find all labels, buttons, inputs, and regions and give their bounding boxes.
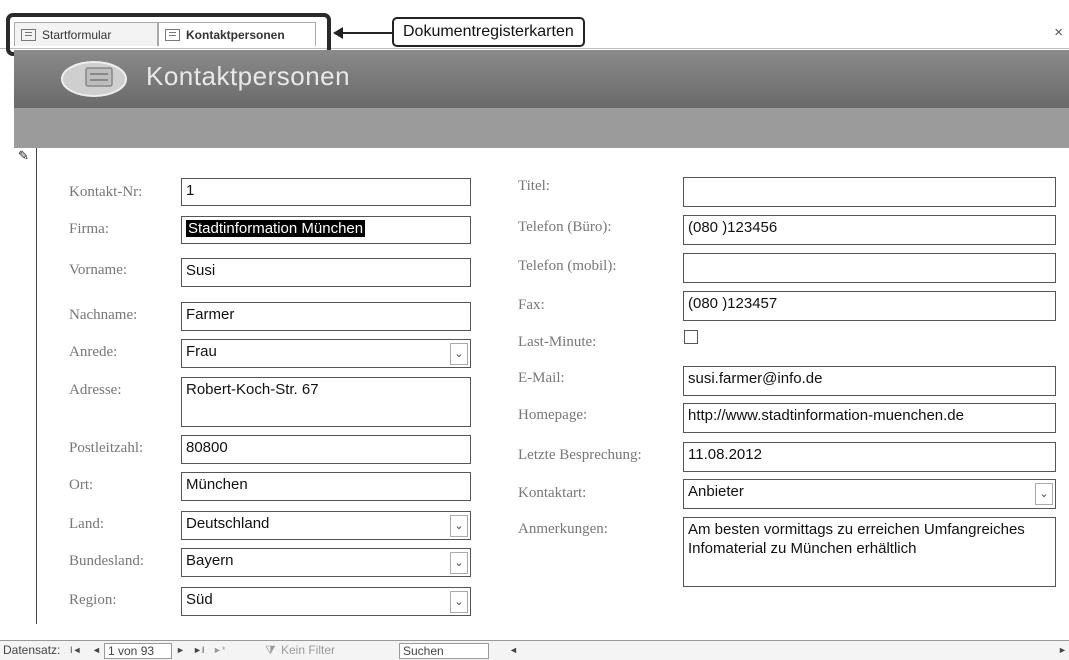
- callout-line: [338, 32, 392, 34]
- tab-label: Startformular: [42, 28, 112, 42]
- form-icon: [21, 28, 36, 41]
- search-input[interactable]: Suchen: [399, 643, 489, 659]
- titel-field[interactable]: [683, 177, 1056, 207]
- dropdown-arrow-icon[interactable]: ⌄: [450, 552, 468, 574]
- anmerkungen-label: Anmerkungen:: [518, 521, 608, 537]
- filter-button[interactable]: Kein Filter: [281, 643, 335, 657]
- land-value: Deutschland: [186, 515, 270, 532]
- homepage-label: Homepage:: [518, 407, 588, 423]
- tab-label: Kontaktpersonen: [186, 28, 285, 42]
- nachname-label: Nachname:: [69, 307, 138, 323]
- letzte-besprechung-label: Letzte Besprechung:: [518, 447, 642, 463]
- firma-field[interactable]: Stadtinformation München: [181, 216, 471, 244]
- tab-startformular[interactable]: Startformular: [14, 22, 158, 46]
- last-minute-checkbox[interactable]: [684, 330, 698, 344]
- form-logo-icon: [61, 61, 127, 97]
- last-minute-label: Last-Minute:: [518, 334, 597, 350]
- form-icon: [165, 28, 180, 41]
- new-record-button[interactable]: ►*: [213, 645, 225, 655]
- fax-label: Fax:: [518, 297, 545, 313]
- callout-label: Dokumentregisterkarten: [392, 17, 585, 47]
- anrede-value: Frau: [186, 343, 217, 360]
- header-subbar: [14, 108, 1069, 148]
- last-record-button[interactable]: ►I: [193, 645, 204, 655]
- telefon-buero-label: Telefon (Büro):: [518, 219, 612, 235]
- anrede-select[interactable]: Frau ⌄: [181, 339, 471, 368]
- land-select[interactable]: Deutschland ⌄: [181, 511, 471, 540]
- kontakt-nr-field[interactable]: 1: [181, 178, 471, 206]
- next-record-button[interactable]: ►: [176, 645, 185, 655]
- tab-kontaktpersonen[interactable]: Kontaktpersonen: [158, 22, 316, 46]
- region-label: Region:: [69, 592, 117, 608]
- kontaktart-value: Anbieter: [688, 483, 744, 500]
- firma-label: Firma:: [69, 221, 109, 237]
- adresse-field[interactable]: Robert-Koch-Str. 67: [181, 377, 471, 427]
- telefon-mobil-label: Telefon (mobil):: [518, 258, 617, 274]
- homepage-field[interactable]: http://www.stadtinformation-muenchen.de: [683, 403, 1056, 433]
- letzte-besprechung-field[interactable]: 11.08.2012: [683, 442, 1056, 472]
- dropdown-arrow-icon[interactable]: ⌄: [450, 515, 468, 537]
- titel-label: Titel:: [518, 178, 550, 194]
- close-icon[interactable]: ×: [1054, 24, 1063, 41]
- ort-label: Ort:: [69, 477, 94, 493]
- record-selector-divider: [36, 148, 37, 624]
- ort-field[interactable]: München: [181, 472, 471, 501]
- form-header: Kontaktpersonen: [14, 50, 1069, 108]
- telefon-buero-field[interactable]: (080 )123456: [683, 215, 1056, 245]
- postleitzahl-field[interactable]: 80800: [181, 435, 471, 464]
- kontakt-nr-label: Kontakt-Nr:: [69, 184, 143, 200]
- first-record-button[interactable]: I◄: [70, 645, 81, 655]
- anrede-label: Anrede:: [69, 344, 118, 360]
- bundesland-label: Bundesland:: [69, 553, 144, 569]
- record-position-input[interactable]: 1 von 93: [104, 643, 172, 659]
- fax-field[interactable]: (080 )123457: [683, 291, 1056, 321]
- scroll-left-button[interactable]: ◄: [509, 645, 518, 655]
- email-label: E-Mail:: [518, 370, 565, 386]
- page-title: Kontaktpersonen: [146, 61, 351, 91]
- scroll-right-button[interactable]: ►: [1058, 645, 1067, 655]
- record-navigation-bar: Datensatz: I◄ ◄ 1 von 93 ► ►I ►* ⧩ Kein …: [0, 640, 1069, 660]
- email-field[interactable]: susi.farmer@info.de: [683, 366, 1056, 396]
- vorname-label: Vorname:: [69, 262, 128, 278]
- record-label: Datensatz:: [3, 643, 61, 657]
- bundesland-select[interactable]: Bayern ⌄: [181, 548, 471, 577]
- kontaktart-label: Kontaktart:: [518, 485, 587, 501]
- anmerkungen-field[interactable]: Am besten vormittags zu erreichen Umfang…: [683, 517, 1056, 587]
- region-value: Süd: [186, 591, 213, 608]
- land-label: Land:: [69, 516, 104, 532]
- telefon-mobil-field[interactable]: [683, 253, 1056, 283]
- previous-record-button[interactable]: ◄: [92, 645, 101, 655]
- nachname-field[interactable]: Farmer: [181, 302, 471, 331]
- kontaktart-select[interactable]: Anbieter ⌄: [683, 479, 1056, 509]
- vorname-field[interactable]: Susi: [181, 258, 471, 287]
- dropdown-arrow-icon[interactable]: ⌄: [450, 343, 468, 365]
- adresse-label: Adresse:: [69, 382, 122, 398]
- dropdown-arrow-icon[interactable]: ⌄: [450, 591, 468, 613]
- region-select[interactable]: Süd ⌄: [181, 587, 471, 616]
- filter-icon: ⧩: [265, 643, 276, 657]
- postleitzahl-label: Postleitzahl:: [69, 440, 144, 456]
- dropdown-arrow-icon[interactable]: ⌄: [1035, 483, 1053, 505]
- firma-value: Stadtinformation München: [186, 220, 366, 237]
- bundesland-value: Bayern: [186, 552, 234, 569]
- pencil-icon: ✎: [18, 148, 29, 163]
